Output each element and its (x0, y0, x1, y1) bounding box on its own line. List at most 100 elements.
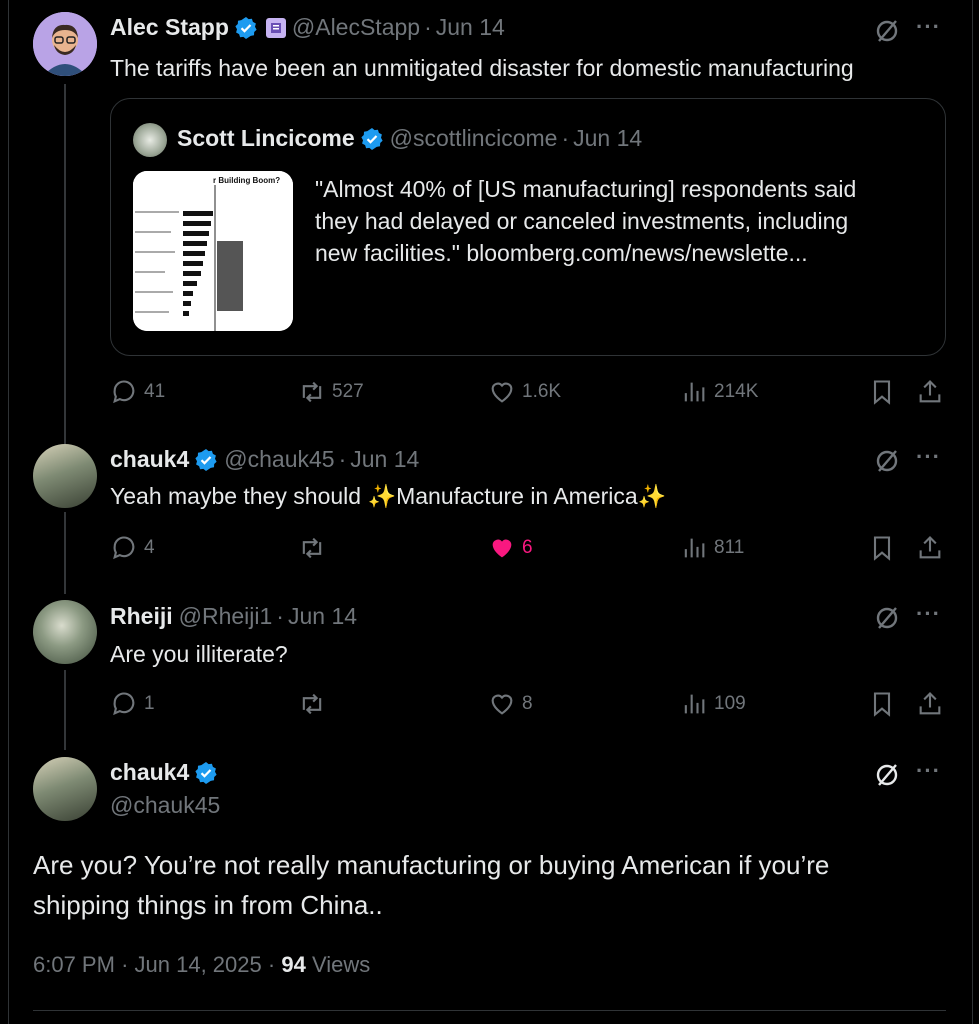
more-icon[interactable]: ··· (916, 601, 946, 631)
avatar[interactable] (33, 757, 97, 821)
tweet-text: Are you illiterate? (110, 641, 288, 667)
reply-button[interactable]: 4 (110, 530, 155, 566)
reply-button[interactable]: 1 (110, 686, 155, 722)
bookmark-button[interactable] (868, 686, 896, 722)
affiliate-badge-icon (265, 17, 286, 38)
tweet-header: chauk4 @chauk45 · Jun 14 (110, 446, 419, 473)
main-text-line: Are you? You’re not really manufacturing… (33, 850, 830, 880)
like-count: 6 (522, 537, 533, 558)
tweet-header: chauk4 (110, 759, 218, 786)
handle-row: @chauk45 (110, 792, 220, 819)
tweet-header: Alec Stapp @AlecStapp · Jun 14 (110, 14, 505, 41)
timestamp[interactable]: Jun 14 (350, 446, 419, 473)
repost-button[interactable] (298, 530, 326, 566)
grok-icon[interactable] (872, 760, 902, 790)
views-icon (684, 382, 705, 402)
reply-icon (113, 692, 135, 716)
more-icon[interactable]: ··· (916, 14, 946, 44)
views-button[interactable]: 811 (680, 530, 744, 566)
post-time[interactable]: 6:07 PM (33, 952, 115, 977)
views-count: 811 (714, 537, 745, 558)
handle[interactable]: @Rheiji1 (179, 603, 273, 630)
views-count: 94 (281, 952, 306, 977)
share-icon (919, 536, 941, 559)
tweet-header: Rheiji @Rheiji1 · Jun 14 (110, 603, 357, 630)
views-count: 109 (714, 693, 746, 714)
action-bar: 41 527 1.6K 214K (110, 374, 946, 410)
avatar[interactable] (33, 444, 97, 508)
more-icon[interactable]: ··· (916, 758, 946, 788)
share-icon (919, 380, 941, 403)
reply-count: 41 (144, 381, 166, 402)
quoted-tweet[interactable]: Scott Lincicome @scottlincicome · Jun 14… (110, 98, 946, 356)
bookmark-icon (873, 692, 891, 717)
repost-button[interactable] (298, 686, 326, 722)
views-button[interactable]: 214K (680, 374, 758, 410)
bookmark-icon (873, 380, 891, 405)
quoted-text: "Almost 40% of [US manufacturing] respon… (315, 173, 856, 269)
verified-badge-icon (360, 127, 384, 151)
post-date[interactable]: Jun 14, 2025 (135, 952, 262, 977)
thread-line (64, 670, 66, 750)
avatar[interactable] (33, 600, 97, 664)
main-text-line: shipping things in from China.. (33, 890, 383, 920)
separator-dot: · (267, 952, 282, 977)
quoted-timestamp: Jun 14 (573, 125, 643, 151)
bookmark-button[interactable] (868, 530, 896, 566)
divider (33, 1010, 946, 1011)
views-label: Views (311, 952, 371, 977)
separator-dot: · (276, 603, 284, 629)
grok-icon[interactable] (872, 16, 902, 46)
tweet-text: Yeah maybe they should ✨Manufacture in A… (110, 483, 667, 509)
like-icon (491, 694, 513, 715)
verified-badge-icon (194, 761, 218, 785)
like-button[interactable]: 6 (488, 530, 533, 566)
thread-line (64, 512, 66, 594)
share-icon (919, 692, 941, 715)
share-button[interactable] (916, 374, 944, 410)
handle[interactable]: @chauk45 (224, 446, 334, 473)
like-count: 8 (522, 693, 533, 714)
verified-badge-icon (194, 448, 218, 472)
quoted-text-line: new facilities." bloomberg.com/news/news… (315, 240, 808, 266)
views-count: 214K (714, 381, 759, 402)
tweet-text: The tariffs have been an unmitigated dis… (110, 55, 854, 81)
like-button[interactable]: 8 (488, 686, 533, 722)
display-name[interactable]: chauk4 (110, 759, 189, 786)
grok-icon[interactable] (872, 603, 902, 633)
repost-icon (302, 537, 322, 559)
action-bar: 4 6 811 (110, 530, 946, 566)
repost-count: 527 (332, 381, 364, 402)
separator-dot: · (121, 952, 135, 977)
like-button[interactable]: 1.6K (488, 374, 561, 410)
quoted-display-name: Scott Lincicome (177, 125, 355, 151)
verified-badge-icon (234, 16, 258, 40)
more-icon[interactable]: ··· (916, 444, 946, 474)
thumbnail-title: r Building Boom? (213, 176, 280, 185)
main-tweet-text: Are you? You’re not really manufacturing… (33, 845, 829, 925)
like-count: 1.6K (522, 381, 562, 402)
share-button[interactable] (916, 686, 944, 722)
grok-icon[interactable] (872, 446, 902, 476)
action-bar: 1 8 109 (110, 686, 946, 722)
quoted-text-line: "Almost 40% of [US manufacturing] respon… (315, 176, 857, 202)
reply-button[interactable]: 41 (110, 374, 165, 410)
views-button[interactable]: 109 (680, 686, 746, 722)
display-name[interactable]: Rheiji (110, 603, 173, 630)
handle[interactable]: @chauk45 (110, 792, 220, 819)
share-button[interactable] (916, 530, 944, 566)
timestamp[interactable]: Jun 14 (436, 14, 505, 41)
quoted-media-thumbnail[interactable]: r Building Boom? (133, 171, 293, 331)
timestamp[interactable]: Jun 14 (288, 603, 357, 630)
tweet-meta: 6:07 PM · Jun 14, 2025 · 94 Views (33, 952, 370, 978)
separator-dot: · (338, 446, 347, 472)
handle[interactable]: @AlecStapp (292, 14, 420, 41)
display-name[interactable]: chauk4 (110, 446, 189, 473)
reply-count: 1 (144, 693, 155, 714)
separator-dot: · (424, 14, 432, 40)
avatar[interactable] (33, 12, 97, 76)
bookmark-button[interactable] (868, 374, 896, 410)
repost-button[interactable]: 527 (298, 374, 364, 410)
reply-icon (113, 536, 135, 560)
display-name[interactable]: Alec Stapp (110, 14, 229, 41)
